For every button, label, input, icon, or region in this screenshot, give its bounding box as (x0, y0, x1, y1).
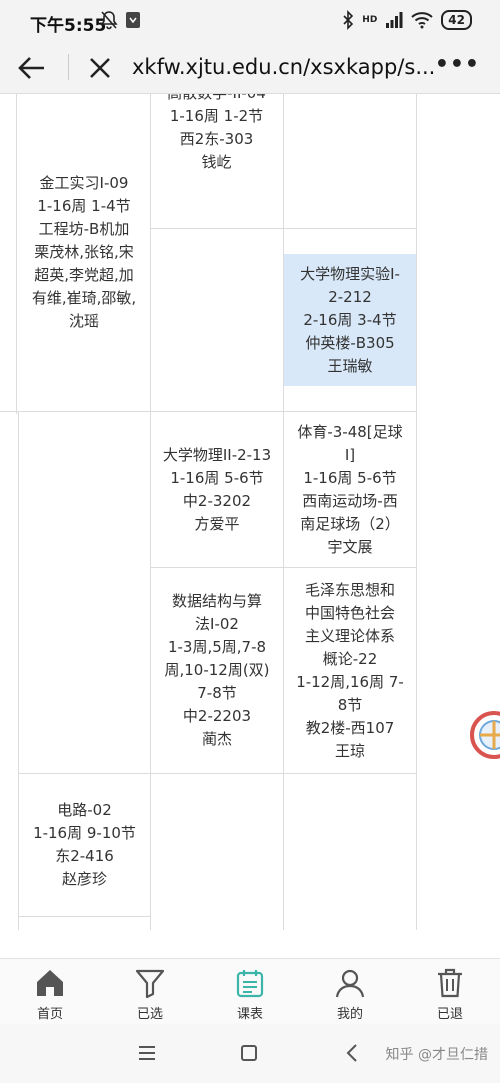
floating-assistant-icon[interactable] (466, 700, 500, 770)
grid-line (16, 94, 17, 414)
trash-icon (438, 968, 462, 998)
course-cell-circuits[interactable]: 电路-02 1-16周 9-10节 东2-416 赵彦珍 (19, 774, 150, 916)
back-chevron-icon[interactable] (342, 1042, 364, 1064)
course-line: 8节 (337, 695, 363, 714)
course-line: 宇文展 (327, 537, 373, 556)
course-line: 电路-02 (57, 801, 112, 819)
course-line: 东2-416 (55, 847, 114, 865)
nav-label: 已退 (436, 1007, 463, 1022)
timetable-grid: 高散数学-II-04 1-16周 1-2节 西2东-303 钱屹 金工实习I-0… (0, 94, 500, 930)
app-notification-icon (126, 12, 140, 28)
toolbar-divider (68, 54, 69, 80)
signal-icon (386, 12, 403, 28)
course-line: 1-3周,5周,7-8 (167, 638, 267, 656)
home-icon (37, 970, 63, 996)
system-navigation-bar: 知乎 @才旦仁措 (0, 1024, 500, 1083)
course-line: 法I-02 (195, 615, 239, 633)
back-arrow-icon[interactable] (16, 52, 48, 84)
nav-home[interactable]: 首页 (0, 959, 100, 1024)
course-line: I] (344, 445, 356, 464)
status-time: 下午5:55 (30, 16, 107, 36)
nav-withdrawn[interactable]: 已退 (400, 959, 500, 1024)
bottom-navigation: 首页 已选 课表 我的 已退 (0, 958, 500, 1024)
course-line: 方爱平 (194, 514, 240, 533)
course-line: 7-8节 (197, 684, 237, 702)
course-line: 中2-3202 (182, 491, 252, 510)
course-line: 西2东-303 (179, 130, 254, 148)
course-line: 概论-22 (322, 649, 378, 668)
course-line: 1-16周 9-10节 (33, 824, 136, 842)
course-line: 1-16周 1-2节 (169, 107, 264, 125)
wifi-icon (411, 12, 433, 29)
course-line: 1-16周 5-6节 (303, 468, 397, 487)
nav-selected[interactable]: 已选 (100, 959, 200, 1024)
bluetooth-icon (343, 10, 354, 30)
course-cell-physics[interactable]: 大学物理II-2-13 1-16周 5-6节 中2-3202 方爱平 (151, 412, 283, 567)
course-line: 体育-3-48[足球 (297, 422, 403, 441)
course-line: 西南运动场-西 (302, 491, 398, 510)
nav-profile[interactable]: 我的 (300, 959, 400, 1024)
user-icon (335, 969, 365, 998)
grid-line (416, 94, 417, 930)
course-line: 数据结构与算 (171, 592, 262, 610)
course-cell-pe-football[interactable]: 体育-3-48[足球 I] 1-16周 5-6节 西南运动场-西 南足球场（2）… (284, 412, 416, 567)
nav-timetable[interactable]: 课表 (200, 959, 300, 1024)
course-line: 1-12周,16周 7- (296, 672, 404, 691)
filter-icon (135, 969, 165, 999)
course-line: 金工实习I-09 (39, 174, 129, 192)
url-bar[interactable]: xkfw.xjtu.edu.cn/xsxkapp/s... (132, 55, 447, 79)
nav-label: 我的 (336, 1007, 363, 1022)
close-icon[interactable] (86, 54, 114, 82)
course-line: 王琼 (334, 741, 365, 760)
course-line: 周,10-12周(双) (164, 661, 270, 679)
course-cell-physics-lab[interactable]: 大学物理实验I- 2-212 2-16周 3-4节 仲英楼-B305 王瑞敏 (284, 254, 416, 386)
course-line: 蔺杰 (201, 730, 232, 748)
calendar-icon (236, 970, 264, 998)
course-line: 赵彦珍 (61, 870, 107, 888)
grid-line (150, 228, 416, 229)
course-line: 超英,李党超,加 (34, 266, 134, 284)
course-line: 1-16周 1-4节 (37, 197, 131, 215)
course-cell-mao-thought[interactable]: 毛泽东思想和 中国特色社会 主义理论体系 概论-22 1-12周,16周 7- … (284, 568, 416, 773)
course-line: 教2楼-西107 (305, 718, 395, 737)
course-cell-discrete-math[interactable]: 高散数学-II-04 1-16周 1-2节 西2东-303 钱屹 (150, 94, 283, 228)
home-square-icon[interactable] (238, 1042, 260, 1064)
course-cell-data-structures[interactable]: 数据结构与算 法I-02 1-3周,5周,7-8 周,10-12周(双) 7-8… (151, 568, 283, 773)
nav-label: 已选 (136, 1007, 163, 1022)
course-line: 中国特色社会 (304, 603, 395, 622)
course-cell-metalwork[interactable]: 金工实习I-09 1-16周 1-4节 工程坊-B机加 栗茂林,张铭,宋 超英,… (18, 94, 150, 411)
nav-label: 首页 (36, 1007, 63, 1022)
mute-bell-icon (100, 11, 118, 30)
course-line: 1-16周 5-6节 (170, 468, 264, 487)
more-menu-button[interactable]: ••• (435, 52, 480, 77)
course-line: 南足球场（2） (300, 514, 400, 533)
nav-label: 课表 (236, 1007, 263, 1022)
course-line: 有维,崔琦,邵敏, (31, 289, 137, 307)
course-line: 钱屹 (201, 153, 232, 171)
network-hd-label: HD (362, 14, 378, 25)
course-line: 大学物理实验I- (300, 264, 400, 283)
grid-line (18, 916, 150, 917)
course-line: 工程坊-B机加 (38, 220, 130, 238)
course-line: 2-212 (328, 287, 372, 306)
course-line: 沈瑶 (68, 312, 99, 330)
course-line: 中2-2203 (182, 707, 252, 725)
status-bar: 下午5:55 HD 42 (0, 0, 500, 42)
course-line: 高散数学-II-04 (167, 94, 266, 105)
watermark: 知乎 @才旦仁措 (385, 1047, 488, 1063)
course-line: 栗茂林,张铭,宋 (34, 243, 134, 261)
browser-toolbar: xkfw.xjtu.edu.cn/xsxkapp/s... ••• (0, 42, 500, 94)
menu-icon[interactable] (136, 1042, 158, 1064)
course-line: 大学物理II-2-13 (162, 445, 272, 464)
course-line: 王瑞敏 (327, 356, 373, 375)
course-line: 毛泽东思想和 (304, 580, 395, 599)
course-line: 2-16周 3-4节 (303, 310, 397, 329)
battery-indicator: 42 (441, 10, 472, 30)
course-line: 仲英楼-B305 (305, 333, 395, 352)
course-line: 主义理论体系 (304, 626, 395, 645)
